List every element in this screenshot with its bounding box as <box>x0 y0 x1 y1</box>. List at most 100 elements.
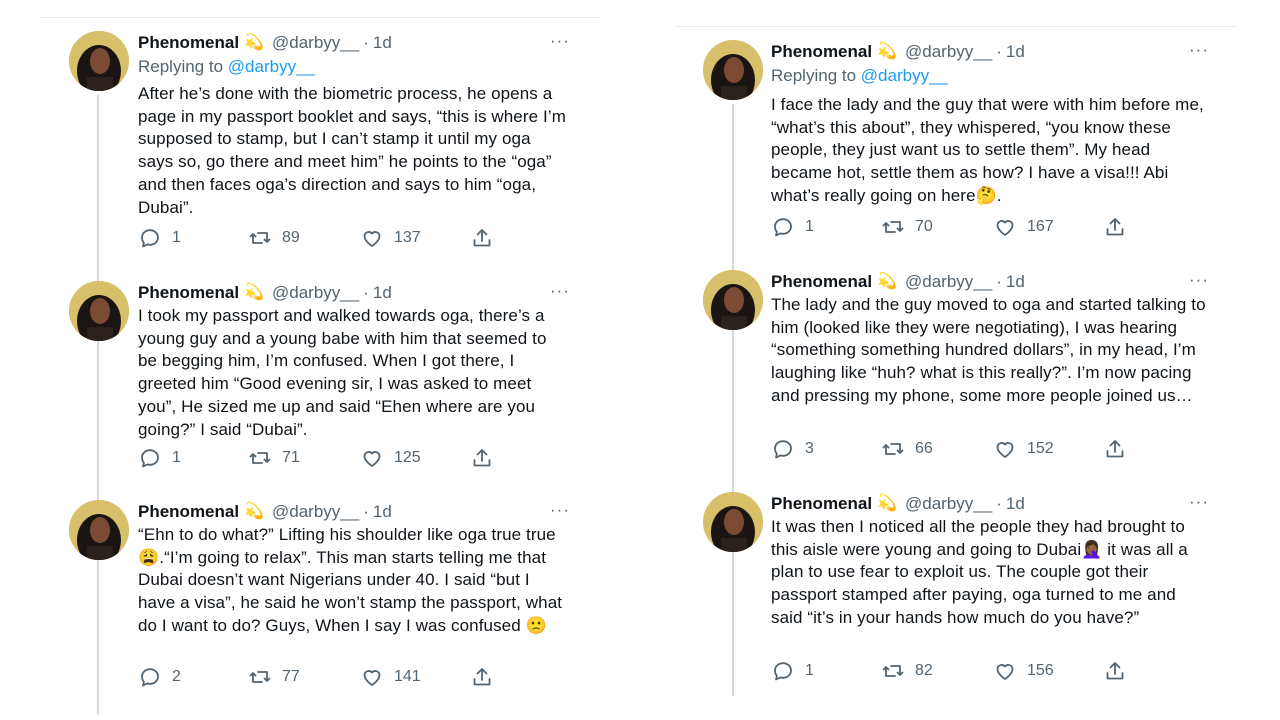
timestamp[interactable]: 1d <box>373 500 392 524</box>
dizzy-emoji-badge: 💫 <box>244 284 265 301</box>
display-name[interactable]: Phenomenal <box>138 31 239 55</box>
retweet-button[interactable]: 70 <box>881 215 933 239</box>
replying-to: Replying to @darbyy__ <box>138 55 570 79</box>
replying-to-label: Replying to <box>138 57 224 76</box>
dizzy-emoji-badge: 💫 <box>877 43 898 60</box>
retweet-icon <box>249 232 271 244</box>
retweet-icon <box>882 221 904 233</box>
display-name[interactable]: Phenomenal <box>138 281 239 305</box>
display-name[interactable]: Phenomenal <box>138 500 239 524</box>
like-count: 125 <box>394 449 421 466</box>
more-icon[interactable]: ··· <box>1189 40 1209 60</box>
tweet-text: It was then I noticed all the people the… <box>771 517 1188 627</box>
dizzy-emoji-badge: 💫 <box>244 34 265 51</box>
replying-to-handle[interactable]: @darbyy__ <box>861 66 948 85</box>
user-handle[interactable]: @darbyy__ <box>272 500 359 524</box>
reply-button[interactable]: 2 <box>138 665 181 689</box>
reply-button[interactable]: 1 <box>138 446 181 470</box>
avatar[interactable] <box>703 270 763 330</box>
like-button[interactable]: 152 <box>993 437 1054 461</box>
user-handle[interactable]: @darbyy__ <box>905 40 992 64</box>
reply-count: 1 <box>805 662 814 679</box>
like-button[interactable]: 125 <box>360 446 421 470</box>
share-button[interactable] <box>1103 659 1127 683</box>
heart-icon <box>996 664 1014 680</box>
dizzy-emoji-badge: 💫 <box>877 495 898 512</box>
timestamp[interactable]: 1d <box>373 281 392 305</box>
avatar[interactable] <box>703 40 763 100</box>
share-button[interactable] <box>1103 437 1127 461</box>
display-name[interactable]: Phenomenal <box>771 270 872 294</box>
user-handle[interactable]: @darbyy__ <box>905 270 992 294</box>
timestamp[interactable]: 1d <box>1006 40 1025 64</box>
replying-to: Replying to @darbyy__ <box>771 64 1209 88</box>
retweet-icon <box>249 671 271 683</box>
retweet-button[interactable]: 71 <box>248 446 300 470</box>
left-thread-column: Phenomenal 💫 @darbyy__ · 1d ··· Replying… <box>42 0 598 720</box>
timestamp[interactable]: 1d <box>373 31 392 55</box>
like-button[interactable]: 141 <box>360 665 421 689</box>
tweet-text: The lady and the guy moved to oga and st… <box>771 295 1206 405</box>
reply-button[interactable]: 1 <box>771 659 814 683</box>
reply-button[interactable]: 1 <box>138 226 181 250</box>
retweet-button[interactable]: 82 <box>881 659 933 683</box>
share-button[interactable] <box>470 446 494 470</box>
like-button[interactable]: 156 <box>993 659 1054 683</box>
avatar[interactable] <box>69 281 129 341</box>
dizzy-emoji-badge: 💫 <box>877 273 898 290</box>
reply-count: 1 <box>172 229 181 246</box>
like-button[interactable]: 137 <box>360 226 421 250</box>
right-thread-column: Phenomenal 💫 @darbyy__ · 1d ··· Replying… <box>675 0 1237 720</box>
share-icon <box>473 229 491 247</box>
more-icon[interactable]: ··· <box>550 31 570 51</box>
retweet-count: 82 <box>915 662 933 679</box>
top-divider <box>675 26 1237 27</box>
more-icon[interactable]: ··· <box>550 500 570 520</box>
separator-dot: · <box>996 494 1002 513</box>
thread-connector-line <box>97 95 99 715</box>
replying-to-handle[interactable]: @darbyy__ <box>228 57 315 76</box>
more-icon[interactable]: ··· <box>1189 492 1209 512</box>
heart-icon <box>996 220 1014 236</box>
top-divider <box>42 17 598 18</box>
reply-button[interactable]: 1 <box>771 215 814 239</box>
heart-icon <box>363 670 381 686</box>
reply-icon <box>774 218 792 237</box>
tweet-text: “Ehn to do what?” Lifting his shoulder l… <box>138 525 563 635</box>
retweet-button[interactable]: 66 <box>881 437 933 461</box>
retweet-count: 71 <box>282 449 300 466</box>
separator-dot: · <box>996 42 1002 61</box>
like-button[interactable]: 167 <box>993 215 1054 239</box>
more-icon[interactable]: ··· <box>1189 270 1209 290</box>
avatar-image <box>703 492 763 552</box>
user-handle[interactable]: @darbyy__ <box>272 281 359 305</box>
share-button[interactable] <box>1103 215 1127 239</box>
timestamp[interactable]: 1d <box>1006 270 1025 294</box>
timestamp[interactable]: 1d <box>1006 492 1025 516</box>
reply-icon <box>141 229 159 248</box>
separator-dot: · <box>363 33 369 52</box>
retweet-icon <box>882 443 904 455</box>
reply-button[interactable]: 3 <box>771 437 814 461</box>
retweet-button[interactable]: 77 <box>248 665 300 689</box>
avatar[interactable] <box>69 500 129 560</box>
heart-icon <box>363 451 381 467</box>
share-button[interactable] <box>470 665 494 689</box>
avatar[interactable] <box>69 31 129 91</box>
display-name[interactable]: Phenomenal <box>771 40 872 64</box>
share-button[interactable] <box>470 226 494 250</box>
like-count: 137 <box>394 229 421 246</box>
avatar[interactable] <box>703 492 763 552</box>
display-name[interactable]: Phenomenal <box>771 492 872 516</box>
tweet-header: Phenomenal 💫 @darbyy__ · 1d <box>771 270 1209 294</box>
more-icon[interactable]: ··· <box>550 281 570 301</box>
retweet-count: 89 <box>282 229 300 246</box>
heart-icon <box>996 442 1014 458</box>
reply-icon <box>774 440 792 459</box>
tweet-actions: 1 70 167 <box>771 215 1209 239</box>
user-handle[interactable]: @darbyy__ <box>272 31 359 55</box>
user-handle[interactable]: @darbyy__ <box>905 492 992 516</box>
avatar-image <box>69 281 129 341</box>
retweet-button[interactable]: 89 <box>248 226 300 250</box>
thread-connector-line <box>732 104 734 696</box>
